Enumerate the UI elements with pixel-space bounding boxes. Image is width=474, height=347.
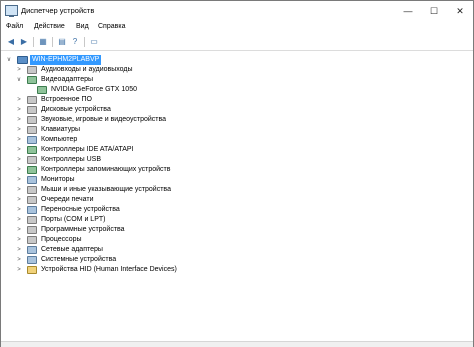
collapse-root-icon[interactable]: ∨ bbox=[5, 55, 13, 65]
usb-icon bbox=[27, 156, 37, 164]
printer-icon bbox=[27, 196, 37, 204]
tree-item-label: Программные устройства bbox=[41, 226, 125, 233]
properties-icon[interactable]: ▤ bbox=[56, 36, 68, 48]
menu-file[interactable]: Файл bbox=[6, 23, 23, 30]
tree-item-label: Дисковые устройства bbox=[41, 106, 111, 113]
tree-item-label: Звуковые, игровые и видеоустройства bbox=[41, 116, 167, 123]
tree-item-label: Контроллеры USB bbox=[41, 156, 101, 163]
forward-icon[interactable]: ▶ bbox=[18, 36, 30, 48]
expand-arrow-icon[interactable]: > bbox=[15, 235, 23, 245]
expand-arrow-icon[interactable]: > bbox=[15, 245, 23, 255]
tree-item-label: Порты (COM и LPT) bbox=[41, 216, 106, 223]
expand-arrow-icon[interactable]: > bbox=[15, 175, 23, 185]
cpu-icon bbox=[27, 236, 37, 244]
tree-item-label: Аудиовходы и аудиовыходы bbox=[41, 66, 133, 73]
keyboard-icon bbox=[27, 126, 37, 134]
mouse-icon bbox=[27, 186, 37, 194]
tree-item-label: Клавиатуры bbox=[41, 126, 81, 133]
device-manager-icon bbox=[5, 5, 18, 17]
scan-hardware-icon[interactable]: ▭ bbox=[88, 36, 100, 48]
tree-item-label: Мыши и иные указывающие устройства bbox=[41, 186, 171, 193]
expand-arrow-icon[interactable]: > bbox=[15, 155, 23, 165]
expand-arrow-icon[interactable]: > bbox=[15, 255, 23, 265]
software-icon bbox=[27, 226, 37, 234]
tree-root-label: WIN-EPHM2PLABVP bbox=[30, 55, 102, 65]
toolbar: ◀ ▶ ▦ ▤ ? ▭ bbox=[1, 34, 473, 51]
tree-item-label: Контроллеры запоминающих устройств bbox=[41, 166, 171, 173]
tree-item-label: Видеоадаптеры bbox=[41, 76, 94, 83]
expand-arrow-icon[interactable]: > bbox=[15, 125, 23, 135]
hid-icon bbox=[27, 266, 37, 274]
expand-arrow-icon[interactable]: > bbox=[15, 265, 23, 275]
expand-arrow-icon[interactable]: > bbox=[15, 95, 23, 105]
tree-item-label: Переносные устройства bbox=[41, 206, 120, 213]
expand-arrow-icon[interactable]: > bbox=[15, 115, 23, 125]
tree-item-label: Компьютер bbox=[41, 136, 78, 143]
tree-item-label: Очереди печати bbox=[41, 196, 94, 203]
system-icon bbox=[27, 256, 37, 264]
expand-arrow-icon[interactable]: > bbox=[15, 195, 23, 205]
tree-item-label: Сетевые адаптеры bbox=[41, 246, 103, 253]
audio-icon bbox=[27, 66, 37, 74]
tree-item-label: Встроенное ПО bbox=[41, 96, 92, 103]
status-bar bbox=[1, 341, 473, 347]
ide-icon bbox=[27, 146, 37, 154]
expand-arrow-icon[interactable]: > bbox=[15, 215, 23, 225]
portable-icon bbox=[27, 206, 37, 214]
tree-item-label: Контроллеры IDE ATA/ATAPI bbox=[41, 146, 134, 153]
expand-arrow-icon[interactable]: > bbox=[15, 145, 23, 155]
expand-arrow-icon[interactable]: > bbox=[15, 185, 23, 195]
title-bar[interactable]: Диспетчер устройств — ☐ ✕ bbox=[1, 1, 473, 21]
device-manager-window: Диспетчер устройств — ☐ ✕ Файл Действие … bbox=[0, 0, 474, 347]
tree-item-label: Процессоры bbox=[41, 236, 82, 243]
device-tree[interactable]: ∨ WIN-EPHM2PLABVP > Аудиовходы и аудиовы… bbox=[1, 51, 471, 342]
network-icon bbox=[27, 246, 37, 254]
monitor-icon bbox=[27, 176, 37, 184]
expand-arrow-icon[interactable]: > bbox=[15, 165, 23, 175]
expand-arrow-icon[interactable]: > bbox=[15, 225, 23, 235]
port-icon bbox=[27, 216, 37, 224]
storage-icon bbox=[27, 166, 37, 174]
expand-arrow-icon[interactable]: > bbox=[15, 205, 23, 215]
firmware-icon bbox=[27, 96, 37, 104]
window-title: Диспетчер устройств bbox=[21, 6, 95, 15]
menu-help[interactable]: Справка bbox=[98, 23, 125, 30]
disk-icon bbox=[27, 106, 37, 114]
display-adapter-icon bbox=[37, 86, 47, 94]
computer-icon bbox=[17, 56, 28, 64]
tree-item-label: NVIDIA GeForce GTX 1050 bbox=[51, 86, 137, 93]
display-adapter-icon bbox=[27, 76, 37, 84]
close-button[interactable]: ✕ bbox=[447, 1, 473, 21]
maximize-button[interactable]: ☐ bbox=[421, 1, 447, 21]
sound-icon bbox=[27, 116, 37, 124]
tree-item-label: Мониторы bbox=[41, 176, 75, 183]
minimize-button[interactable]: — bbox=[395, 1, 421, 21]
toolbar-separator bbox=[52, 37, 53, 47]
toolbar-separator bbox=[33, 37, 34, 47]
show-hide-tree-icon[interactable]: ▦ bbox=[37, 36, 49, 48]
tree-item-label: Системные устройства bbox=[41, 256, 117, 263]
back-icon[interactable]: ◀ bbox=[5, 36, 17, 48]
menu-action[interactable]: Действие bbox=[34, 23, 65, 30]
menu-view[interactable]: Вид bbox=[76, 23, 89, 30]
toolbar-separator bbox=[84, 37, 85, 47]
help-icon[interactable]: ? bbox=[69, 36, 81, 48]
expand-arrow-icon[interactable]: > bbox=[15, 135, 23, 145]
collapse-arrow-icon[interactable]: ∨ bbox=[15, 75, 23, 85]
menu-bar: Файл Действие Вид Справка bbox=[1, 21, 473, 34]
tree-item-label: Устройства HID (Human Interface Devices) bbox=[41, 266, 177, 273]
expand-arrow-icon[interactable]: > bbox=[15, 65, 23, 75]
expand-arrow-icon[interactable]: > bbox=[15, 105, 23, 115]
computer-icon bbox=[27, 136, 37, 144]
